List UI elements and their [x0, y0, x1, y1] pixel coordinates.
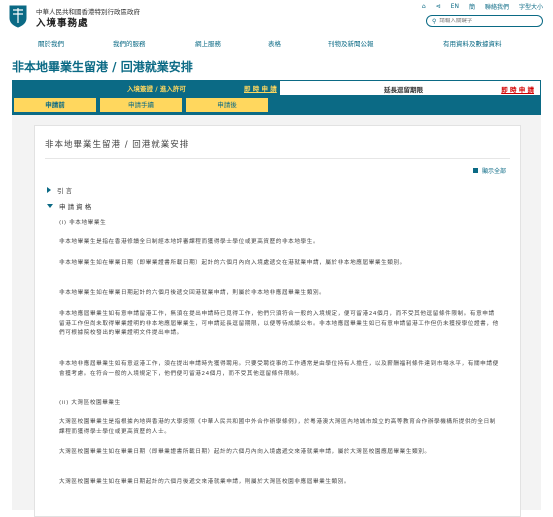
subtab-before-applying[interactable]: 申請前 [14, 98, 96, 112]
share-icon[interactable]: ⊲ [436, 3, 441, 10]
chevron-down-icon [47, 204, 53, 208]
home-icon[interactable]: ⌂ [422, 3, 426, 10]
tab-entry-label: 入境簽證 / 進入許可 [127, 85, 186, 93]
expand-all-label: 顯示全部 [481, 168, 506, 175]
paragraph: 非本地畢業生如在畢業日期起計的六個月後遞交回港就業申請，則屬於非本地非應屆畢業生… [59, 290, 326, 296]
section-eligibility-label: 申 請 資 格 [59, 203, 92, 211]
paragraph: 非本地非應屆畢業生如有意返港工作，須在提出申請時先獲得聘用。只要受聘從事的工作通… [59, 361, 499, 377]
search-box[interactable]: ⚲ [426, 15, 543, 27]
nav-services[interactable]: 我們的服務 [113, 38, 146, 48]
subtab-procedures[interactable]: 申請手續 [100, 98, 182, 112]
main-nav: 關於我們 我們的服務 網上服務 表格 刊物及新聞公報 有用資料及數據資料 [0, 36, 553, 50]
card-title: 非本地畢業生留港 / 回港就業安排 [45, 140, 190, 150]
nav-forms[interactable]: 表格 [268, 38, 281, 48]
nav-about[interactable]: 關於我們 [38, 38, 64, 48]
dept-name-line2[interactable]: 入境事務處 [36, 15, 89, 29]
page-title: 非本地畢業生留港 / 回港就業安排 [12, 60, 193, 74]
lang-en-link[interactable]: EN [451, 3, 459, 10]
paragraph: 非本地畢業生如在畢業日期（即畢業證書所載日期）起計的六個月內向入境處遞交在港就業… [59, 260, 406, 266]
content-area: 非本地畢業生留港 / 回港就業安排 顯示全部 引 言 申 請 資 格 (i) 非… [12, 115, 541, 517]
subtab-after-applying[interactable]: 申請後 [186, 98, 268, 112]
subheading-gba: (ii) 大灣區校園畢業生 [59, 400, 121, 406]
section-eligibility[interactable]: 申 請 資 格 [47, 201, 91, 211]
expand-all-button[interactable]: 顯示全部 [472, 166, 506, 175]
nav-eservices[interactable]: 網上服務 [195, 38, 221, 48]
section-introduction[interactable]: 引 言 [47, 185, 72, 195]
nav-useful-info[interactable]: 有用資料及數據資料 [443, 38, 502, 48]
chevron-right-icon [47, 187, 51, 193]
search-input[interactable] [439, 18, 530, 24]
subheading-non-local: (i) 非本地畢業生 [59, 220, 107, 226]
contact-us-link[interactable]: 聯絡我們 [485, 2, 509, 11]
font-size-link[interactable]: 字型大小 [519, 2, 543, 11]
apply-now-entry-link[interactable]: 即 時 申 請 [244, 83, 277, 93]
paragraph: 大灣區校園畢業生如在畢業日期（即畢業證書所載日期）起計的六個月內向入境處遞交來港… [59, 449, 431, 455]
content-card: 非本地畢業生留港 / 回港就業安排 顯示全部 引 言 申 請 資 格 (i) 非… [34, 125, 521, 517]
tab-extension-label: 延長逗留期限 [384, 86, 423, 94]
section-introduction-label: 引 言 [57, 187, 73, 195]
divider [45, 158, 510, 159]
apply-now-extension-link[interactable]: 即 時 申 請 [501, 84, 534, 94]
lang-sc-link[interactable]: 簡 [469, 2, 475, 11]
utility-bar: ⌂ ⊲ EN 簡 聯絡我們 字型大小 [422, 2, 543, 11]
paragraph: 大灣區校園畢業生是指根據內地與香港的大學按照《中華人民共和國中外合作辦學條例》，… [59, 419, 496, 435]
paragraph: 非本地畢業生是指在香港修讀全日制經本地評審課程而獲得學士學位或更高資歷的非本地學… [59, 239, 320, 245]
site-header: 中華人民共和國香港特別行政區政府 入境事務處 ⌂ ⊲ EN 簡 聯絡我們 字型大… [0, 0, 553, 34]
expand-icon [472, 168, 478, 173]
tab-extension[interactable]: 延長逗留期限 即 時 申 請 [280, 80, 541, 95]
hksar-emblem-icon[interactable] [8, 4, 28, 28]
nav-publications[interactable]: 刊物及新聞公報 [328, 38, 374, 48]
paragraph: 大灣區校園畢業生如在畢業日期起計的六個月後遞交來港就業申請，則屬於大灣區校園非應… [59, 479, 351, 485]
paragraph: 非本地應屆畢業生如有意申請留港工作，無須在提出申請時已覓得工作，他們只須符合一般… [59, 311, 499, 336]
subtab-bar: 申請前 申請手續 申請後 [12, 95, 541, 115]
search-icon[interactable]: ⚲ [432, 18, 436, 25]
